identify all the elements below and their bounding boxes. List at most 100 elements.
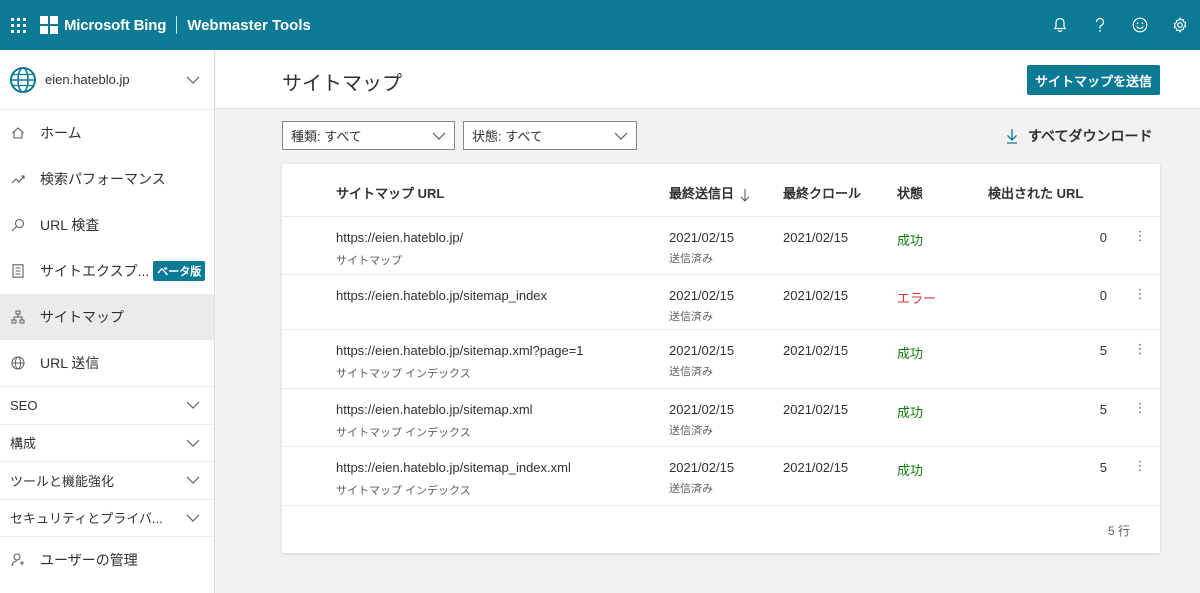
more-options-icon[interactable]: ⋮: [1132, 400, 1148, 416]
column-header-discovered[interactable]: 検出された URL: [988, 183, 1083, 202]
chevron-down-icon: [186, 76, 200, 84]
submitted-note: 送信済み: [669, 425, 713, 437]
page-title: サイトマップ: [282, 73, 402, 95]
sitemap-url[interactable]: https://eien.hateblo.jp/sitemap_index.xm…: [336, 460, 571, 475]
status-filter-value: 状態: すべて: [472, 129, 543, 144]
table-header: サイトマップ URL 最終送信日 最終クロール 状態 検出された URL: [282, 164, 1160, 217]
submitted-date: 2021/02/15: [669, 288, 735, 303]
sitemap-url[interactable]: https://eien.hateblo.jp/sitemap.xml: [336, 402, 533, 417]
sitemap-type: サイトマップ インデックス: [336, 368, 471, 380]
globe-icon: [10, 355, 26, 371]
more-options-icon[interactable]: ⋮: [1132, 341, 1148, 357]
chevron-down-icon: [432, 132, 446, 140]
sidebar-item-search-performance[interactable]: 検索パフォーマンス: [0, 156, 214, 202]
sidebar-item-label: URL 送信: [40, 355, 100, 371]
sitemap-table: サイトマップ URL 最終送信日 最終クロール 状態 検出された URL htt…: [282, 164, 1160, 553]
discovered-count: 0: [1099, 288, 1107, 303]
trend-icon: [10, 171, 26, 187]
discovered-count: 5: [1099, 402, 1107, 417]
sitemap-type: サイトマップ インデックス: [336, 485, 471, 497]
submitted-note: 送信済み: [669, 311, 713, 323]
beta-badge: ベータ版: [153, 261, 206, 281]
smiley-feedback-icon[interactable]: [1120, 0, 1160, 50]
sitemap-url[interactable]: https://eien.hateblo.jp/sitemap.xml?page…: [336, 343, 584, 358]
crawled-date: 2021/02/15: [783, 288, 849, 303]
sidebar-item-label: ユーザーの管理: [40, 551, 138, 568]
site-name: eien.hateblo.jp: [45, 72, 130, 87]
sitemap-type: サイトマップ: [336, 255, 402, 267]
table-row[interactable]: https://eien.hateblo.jp/sitemap.xml?page…: [282, 330, 1160, 389]
submitted-date: 2021/02/15: [669, 460, 735, 475]
sidebar-item-home[interactable]: ホーム: [0, 110, 214, 156]
sidebar-section-label: SEO: [10, 397, 38, 413]
brand-name[interactable]: Microsoft Bing: [64, 17, 166, 34]
sidebar-item-url-inspection[interactable]: URL 検査: [0, 202, 214, 248]
submit-sitemap-button[interactable]: サイトマップを送信: [1027, 65, 1160, 95]
crawled-date: 2021/02/15: [783, 460, 849, 475]
sidebar-section-seo[interactable]: SEO: [0, 386, 214, 424]
globe-icon: [10, 66, 36, 93]
product-name[interactable]: Webmaster Tools: [187, 17, 311, 34]
bell-icon[interactable]: [1040, 0, 1080, 50]
sidebar-item-label: サイトマップ: [40, 309, 124, 325]
sidebar-item-url-submission[interactable]: URL 送信: [0, 340, 214, 386]
submitted-note: 送信済み: [669, 253, 713, 265]
type-filter-dropdown[interactable]: 種類: すべて: [282, 121, 455, 150]
status-badge: エラー: [897, 291, 937, 306]
page-header: サイトマップ サイトマップを送信: [216, 50, 1200, 109]
chevron-down-icon: [186, 439, 200, 447]
status-badge: 成功: [897, 405, 924, 420]
gear-icon[interactable]: [1160, 0, 1200, 50]
discovered-count: 5: [1099, 343, 1107, 358]
chevron-down-icon: [614, 132, 628, 140]
download-all-button[interactable]: すべてダウンロード: [1006, 126, 1152, 146]
download-icon: [1007, 129, 1017, 144]
sitemap-url[interactable]: https://eien.hateblo.jp/sitemap_index: [336, 288, 547, 303]
sidebar-section-configuration[interactable]: 構成: [0, 423, 214, 462]
top-bar: Microsoft Bing Webmaster Tools: [0, 0, 1200, 50]
sidebar: eien.hateblo.jp ホーム 検索パフォーマンス URL 検査 サイト…: [0, 50, 215, 593]
row-count: 5 行: [1107, 524, 1130, 538]
sitemap-icon: [10, 309, 26, 325]
more-options-icon[interactable]: ⋮: [1132, 286, 1148, 302]
discovered-count: 0: [1099, 230, 1107, 245]
submitted-date: 2021/02/15: [669, 402, 735, 417]
column-header-submitted[interactable]: 最終送信日: [669, 183, 750, 202]
status-badge: 成功: [897, 463, 924, 478]
discovered-count: 5: [1099, 460, 1107, 475]
sort-down-icon: [740, 188, 750, 202]
help-icon[interactable]: [1080, 0, 1120, 50]
sidebar-item-site-explorer[interactable]: サイトエクスプ... ベータ版: [0, 248, 214, 294]
sitemap-type: サイトマップ インデックス: [336, 427, 471, 439]
sidebar-section-tools[interactable]: ツールと機能強化: [0, 461, 214, 499]
column-header-crawled[interactable]: 最終クロール: [783, 183, 861, 202]
more-options-icon[interactable]: ⋮: [1132, 458, 1148, 474]
table-row[interactable]: https://eien.hateblo.jp/sitemap_index 20…: [282, 275, 1160, 330]
app-launcher-icon[interactable]: [0, 0, 36, 50]
site-selector[interactable]: eien.hateblo.jp: [0, 50, 214, 110]
more-options-icon[interactable]: ⋮: [1132, 228, 1148, 244]
home-icon: [10, 125, 26, 141]
chevron-down-icon: [186, 514, 200, 522]
table-row[interactable]: https://eien.hateblo.jp/sitemap.xml サイトマ…: [282, 389, 1160, 447]
sidebar-item-label: 検索パフォーマンス: [40, 171, 166, 187]
sitemap-url[interactable]: https://eien.hateblo.jp/: [336, 230, 463, 245]
microsoft-logo-icon: [40, 16, 58, 34]
status-filter-dropdown[interactable]: 状態: すべて: [463, 121, 637, 150]
crawled-date: 2021/02/15: [783, 230, 849, 245]
column-header-url[interactable]: サイトマップ URL: [336, 183, 444, 202]
submitted-note: 送信済み: [669, 366, 713, 378]
search-icon: [10, 217, 26, 233]
sidebar-section-security[interactable]: セキュリティとプライバ...: [0, 498, 214, 537]
table-row[interactable]: https://eien.hateblo.jp/sitemap_index.xm…: [282, 447, 1160, 506]
sidebar-item-user-management[interactable]: ユーザーの管理: [0, 536, 214, 582]
type-filter-value: 種類: すべて: [291, 129, 362, 144]
status-badge: 成功: [897, 233, 924, 248]
document-icon: [10, 263, 26, 279]
column-header-status[interactable]: 状態: [897, 183, 923, 202]
download-all-label: すべてダウンロード: [1028, 128, 1153, 144]
table-row[interactable]: https://eien.hateblo.jp/ サイトマップ 2021/02/…: [282, 217, 1160, 275]
sidebar-section-label: ツールと機能強化: [10, 473, 115, 489]
submitted-date: 2021/02/15: [669, 230, 735, 245]
sidebar-item-sitemaps[interactable]: サイトマップ: [0, 294, 214, 340]
